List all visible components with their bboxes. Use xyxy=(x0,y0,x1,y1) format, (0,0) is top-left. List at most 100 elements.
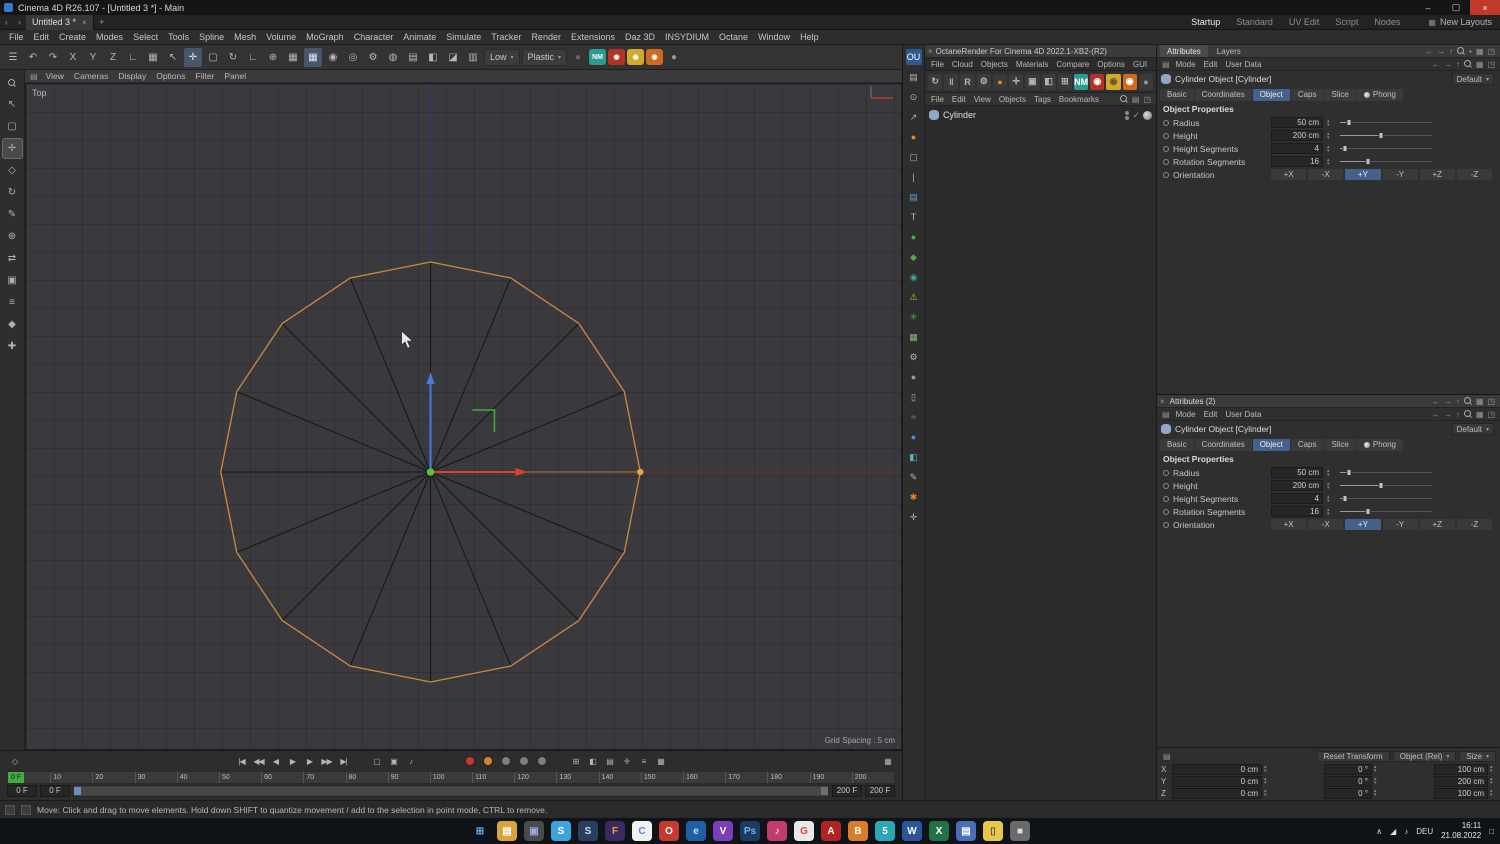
spinner-icon[interactable] xyxy=(1490,765,1496,773)
menu-help[interactable]: Help xyxy=(795,32,824,42)
position-field[interactable]: 0 cm xyxy=(1172,763,1262,775)
forward-icon[interactable]: → xyxy=(1437,47,1445,56)
octane-menu-file[interactable]: File xyxy=(927,60,948,69)
animation-dot-icon[interactable] xyxy=(1163,171,1169,178)
height-slider[interactable] xyxy=(1340,130,1432,141)
quantize-icon[interactable]: ▦ xyxy=(304,47,322,67)
coordinate-mode-dropdown[interactable]: Object (Rel) xyxy=(1392,750,1457,762)
goto-start-button[interactable]: |◀ xyxy=(234,754,249,768)
up-icon[interactable]: ↑ xyxy=(1449,47,1453,56)
menu-insydium[interactable]: INSYDIUM xyxy=(660,32,714,42)
sound-toggle-icon[interactable]: ♪ xyxy=(403,754,418,768)
warning-icon[interactable]: ⚠ xyxy=(906,289,922,305)
music-app-icon[interactable]: ♪ xyxy=(767,821,787,841)
size-field[interactable]: 100 cm xyxy=(1434,787,1488,799)
file-explorer-icon[interactable]: ▤ xyxy=(497,821,517,841)
orient-minus-y[interactable]: -Y xyxy=(1382,169,1418,180)
cube-icon[interactable]: ◧ xyxy=(906,449,922,465)
spinner-icon[interactable] xyxy=(1327,119,1333,127)
rotation-segments-field[interactable]: 16 xyxy=(1271,506,1323,517)
nav-forward-icon[interactable]: › xyxy=(13,17,26,27)
object-manager-list[interactable]: Cylinder ✓ xyxy=(925,106,1156,800)
menu-animate[interactable]: Animate xyxy=(398,32,441,42)
global-local-toggle-icon[interactable]: ⊕ xyxy=(264,48,282,67)
vp-menu-options[interactable]: Options xyxy=(151,71,190,81)
orient-minus-x[interactable]: -X xyxy=(1308,169,1344,180)
phong-tag-icon[interactable] xyxy=(1143,110,1152,120)
search-icon[interactable] xyxy=(1463,410,1472,418)
spinner-icon[interactable] xyxy=(1327,158,1333,166)
axis-center-icon[interactable]: ⊕ xyxy=(3,227,22,246)
octane-menu-objects[interactable]: Objects xyxy=(977,60,1012,69)
kernel-settings-icon[interactable]: ⚙ xyxy=(976,73,991,90)
solo-icon[interactable]: ▣ xyxy=(3,271,22,290)
red-plugin-badge[interactable]: ◉ xyxy=(608,49,626,65)
menu-daz3d[interactable]: Daz 3D xyxy=(620,32,660,42)
panel-menu-icon[interactable]: ▤ xyxy=(1160,60,1172,69)
radius-field[interactable]: 50 cm xyxy=(1271,467,1323,478)
animation-dot-icon[interactable] xyxy=(1163,158,1169,165)
tab-object[interactable]: Object xyxy=(1252,438,1290,451)
orient-plus-y[interactable]: +Y xyxy=(1345,519,1381,530)
restart-render-icon[interactable]: ↻ xyxy=(928,73,943,90)
corner-icon[interactable]: ◳ xyxy=(1487,410,1495,419)
radius-slider[interactable] xyxy=(1340,467,1432,478)
gray-ball-icon[interactable]: ● xyxy=(1138,73,1154,90)
close-icon[interactable]: × xyxy=(1160,397,1165,406)
next-key-button[interactable]: ▶▶ xyxy=(319,754,334,768)
menu-render[interactable]: Render xyxy=(526,32,566,42)
panel-menu-icon[interactable]: ▤ xyxy=(1160,410,1172,419)
opera-icon[interactable]: O xyxy=(659,821,679,841)
animation-dot-icon[interactable] xyxy=(1163,469,1169,476)
radius-slider[interactable] xyxy=(1340,117,1432,128)
viewport-menu-icon[interactable]: ▤ xyxy=(28,72,40,81)
attr-menu-edit[interactable]: Edit xyxy=(1200,60,1222,69)
orient-minus-z[interactable]: -Z xyxy=(1456,169,1493,180)
tab-phong[interactable]: Phong xyxy=(1356,438,1403,451)
view-panel-icon[interactable]: ◪ xyxy=(444,48,462,67)
fcurve-icon[interactable]: ≡ xyxy=(636,754,651,768)
photoshop-icon[interactable]: Ps xyxy=(740,821,760,841)
tab-basic[interactable]: Basic xyxy=(1160,438,1194,451)
corner-icon[interactable]: ◳ xyxy=(1487,47,1495,56)
record-keyframe-icon[interactable]: ▢ xyxy=(369,754,384,768)
layout-startup[interactable]: Startup xyxy=(1191,17,1220,27)
spinner-icon[interactable] xyxy=(1264,777,1270,785)
search-icon[interactable] xyxy=(1463,397,1472,405)
tab-coordinates[interactable]: Coordinates xyxy=(1194,88,1252,101)
animation-dot-icon[interactable] xyxy=(1163,132,1169,139)
document-tab[interactable]: Untitled 3 * × xyxy=(26,14,94,30)
yellow-plugin-badge[interactable]: ◉ xyxy=(627,49,645,65)
add-primitive-icon[interactable]: ✚ xyxy=(3,337,22,356)
move-axis-icon[interactable]: ✛ xyxy=(906,509,922,525)
filter-icon[interactable]: ▤ xyxy=(1132,95,1140,104)
position-field[interactable]: 0 cm xyxy=(1172,775,1262,787)
render-view-icon[interactable]: ◉ xyxy=(324,48,342,67)
tab-caps[interactable]: Caps xyxy=(1290,438,1324,451)
red-badge[interactable]: ◉ xyxy=(1090,73,1105,90)
render-quality-dropdown[interactable]: Low xyxy=(484,48,520,66)
tab-close-icon[interactable]: × xyxy=(82,18,87,27)
menu-volume[interactable]: Volume xyxy=(261,32,301,42)
spinner-icon[interactable] xyxy=(1327,482,1333,490)
app-icon[interactable]: ■ xyxy=(1010,821,1030,841)
axis-y-lock-button[interactable]: Y xyxy=(84,48,102,67)
menu-tools[interactable]: Tools xyxy=(163,32,194,42)
timeline-ruler[interactable]: 0102030405060708090100110120130140150160… xyxy=(7,770,895,784)
attr-menu-mode[interactable]: Mode xyxy=(1172,410,1200,419)
height-field[interactable]: 200 cm xyxy=(1271,480,1323,491)
samsung-flow-icon[interactable]: 5 xyxy=(875,821,895,841)
spinner-icon[interactable] xyxy=(1374,789,1380,797)
menu-simulate[interactable]: Simulate xyxy=(441,32,486,42)
orange-badge[interactable]: ◉ xyxy=(1122,73,1137,90)
tab-coordinates[interactable]: Coordinates xyxy=(1194,438,1252,451)
rotate-tool-icon[interactable]: ↻ xyxy=(224,48,242,67)
render-picture-viewer-icon[interactable]: ◎ xyxy=(344,48,362,67)
layout-nodes[interactable]: Nodes xyxy=(1374,17,1400,27)
layout-uv-edit[interactable]: UV Edit xyxy=(1289,17,1320,27)
volume-icon[interactable]: ♪ xyxy=(1404,827,1408,836)
animation-dot-icon[interactable] xyxy=(1163,495,1169,502)
rotate-tool-icon[interactable]: ↻ xyxy=(3,183,22,202)
network-icon[interactable]: ◢ xyxy=(1390,827,1396,836)
om-menu-objects[interactable]: Objects xyxy=(995,95,1030,104)
